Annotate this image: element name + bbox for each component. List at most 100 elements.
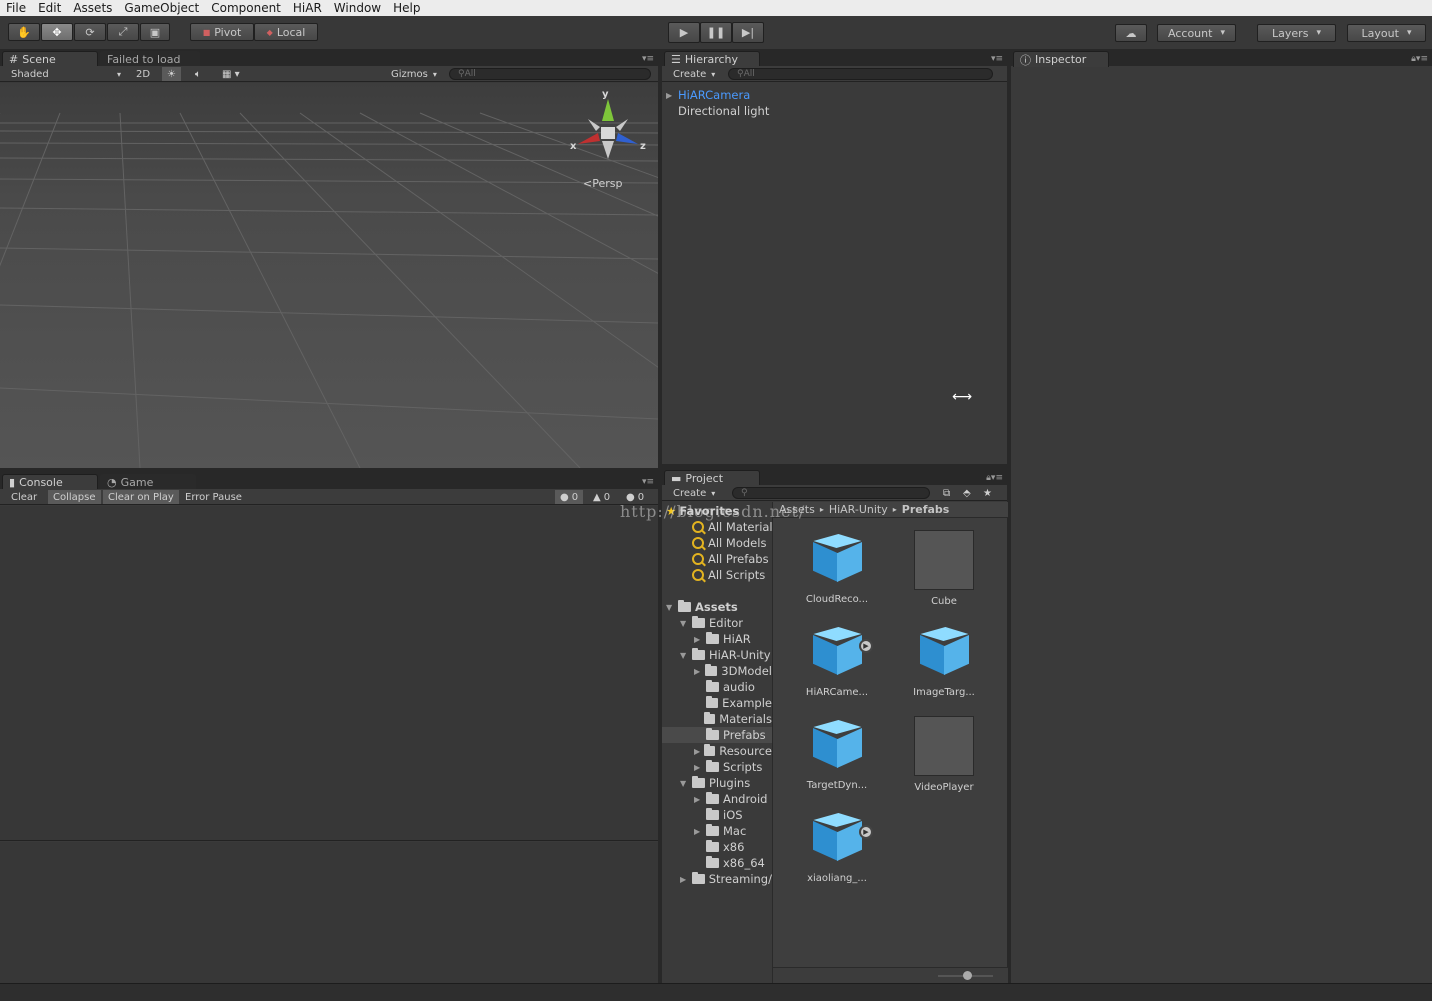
menu-window[interactable]: Window [328,1,387,15]
expand-arrow-icon[interactable]: ▶ [694,667,705,676]
tab-hierarchy[interactable]: ☰ Hierarchy [664,51,760,67]
gizmos-dropdown[interactable]: Gizmos ▾ [386,67,442,81]
folder-tree-item[interactable]: x86_64 [662,855,772,871]
panel-menu-icon[interactable]: ▾≡ [991,54,1003,64]
asset-item[interactable]: TargetDyn... [797,716,877,791]
breadcrumb-item[interactable]: HiAR-Unity [829,503,888,516]
hierarchy-item[interactable]: ▶ HiARCamera [666,87,750,103]
expand-arrow-icon[interactable]: ▼ [680,779,692,788]
expand-arrow-icon[interactable]: ▶ [694,795,706,804]
collapse-button[interactable]: Collapse [48,490,101,504]
folder-tree-item[interactable]: Materials [662,711,772,727]
tab-scene[interactable]: # Scene [2,51,98,67]
folder-tree-item[interactable]: ▶ Resource [662,743,772,759]
audio-icon[interactable]: 🔈︎ [190,67,206,81]
favorite-item[interactable]: All Models [692,535,766,551]
menu-assets[interactable]: Assets [67,1,118,15]
asset-item[interactable]: ▶ HiARCame... [797,623,877,698]
console-detail-area[interactable] [0,842,658,983]
image-effects-icon[interactable]: ▦ ▾ [217,67,245,81]
folder-tree-item[interactable]: ▶ HiAR [662,631,772,647]
warning-count-toggle[interactable]: ▲ 0 [588,490,615,504]
tab-failed[interactable]: Failed to load [100,51,200,67]
project-create-dropdown[interactable]: Create ▾ [668,486,720,500]
folder-tree-item[interactable]: ▶ Scripts [662,759,772,775]
scene-viewport[interactable]: y x z <Persp [0,83,658,468]
folder-tree-item[interactable]: Prefabs [662,727,772,743]
scene-search-input[interactable]: ⚲ All [449,68,651,80]
pause-button[interactable]: ❚❚ [700,22,732,43]
favorite-item[interactable]: All Material [692,519,772,535]
expand-arrow-icon[interactable]: ▶ [694,635,706,644]
folder-tree-item[interactable]: audio [662,679,772,695]
zoom-slider-handle[interactable] [963,971,972,980]
hand-tool-icon[interactable]: ✋ [8,23,40,41]
asset-item[interactable]: CloudReco... [797,530,877,605]
persp-label[interactable]: <Persp [583,177,622,190]
folder-tree-item[interactable]: Example [662,695,772,711]
panel-menu-icon[interactable]: ▾≡ [642,54,654,64]
menu-component[interactable]: Component [205,1,287,15]
hierarchy-create-dropdown[interactable]: Create ▾ [668,67,720,81]
project-search-input[interactable]: ⚲ [732,487,930,499]
move-tool-icon[interactable]: ✥ [41,23,73,41]
folder-tree-item[interactable]: ▼ Plugins [662,775,772,791]
step-button[interactable]: ▶| [732,22,764,43]
expand-arrow-icon[interactable]: ▶ [666,91,678,100]
expand-arrow-icon[interactable]: ▶ [694,763,706,772]
play-badge-icon[interactable]: ▶ [859,639,873,653]
menu-file[interactable]: File [0,1,32,15]
error-pause-button[interactable]: Error Pause [180,490,247,504]
menu-help[interactable]: Help [387,1,426,15]
asset-item[interactable]: VideoPlayer [904,716,984,793]
expand-arrow-icon[interactable]: ▼ [666,603,678,612]
expand-arrow-icon[interactable]: ▶ [694,827,706,836]
hierarchy-search-input[interactable]: ⚲ All [728,68,993,80]
mode-2d-toggle[interactable]: 2D [131,67,155,81]
folder-tree-item[interactable]: ▶ Streaming/ [662,871,772,887]
console-log-area[interactable] [0,506,658,841]
clear-on-play-button[interactable]: Clear on Play [103,490,179,504]
filter-label-icon[interactable]: ⬘ [958,486,976,500]
tab-inspector[interactable]: ⓘ Inspector [1013,51,1109,67]
shading-dropdown[interactable]: Shaded ▾ [6,67,126,81]
layers-dropdown[interactable]: Layers [1257,24,1336,42]
menu-hiar[interactable]: HiAR [287,1,328,15]
menu-edit[interactable]: Edit [32,1,67,15]
rotate-tool-icon[interactable]: ⟳ [74,23,106,41]
expand-arrow-icon[interactable]: ▶ [694,747,704,756]
panel-menu-icon[interactable]: ▾≡ [642,477,654,487]
folder-tree-item[interactable]: ▶ Android [662,791,772,807]
folder-tree-item[interactable]: ▼ Editor [662,615,772,631]
expand-arrow-icon[interactable]: ▶ [680,875,692,884]
tab-game[interactable]: ◔ Game [100,474,196,490]
lock-menu-icon[interactable]: 🔒︎▾≡ [986,473,1003,483]
asset-item[interactable]: ImageTarg... [904,623,984,698]
favorite-star-icon[interactable]: ★ [978,486,997,500]
tab-project[interactable]: ▬ Project [664,470,760,486]
cloud-icon[interactable]: ☁ [1115,24,1147,42]
log-count-toggle[interactable]: ● 0 [555,490,584,504]
folder-tree-item[interactable]: iOS [662,807,772,823]
layout-dropdown[interactable]: Layout [1347,24,1426,42]
favorite-item[interactable]: All Scripts [692,567,765,583]
asset-item[interactable]: Cube [904,530,984,607]
tab-console[interactable]: ▮ Console [2,474,98,490]
asset-item[interactable]: ▶ xiaoliang_... [797,809,877,884]
filter-type-icon[interactable]: ⧉ [938,486,955,500]
play-button[interactable]: ▶ [668,22,700,43]
folder-tree-item[interactable]: ▼ Assets [662,599,772,615]
lock-menu-icon[interactable]: 🔒︎▾≡ [1411,54,1428,64]
clear-button[interactable]: Clear [6,490,42,504]
play-badge-icon[interactable]: ▶ [859,825,873,839]
pivot-button[interactable]: ■ Pivot [190,23,254,41]
account-dropdown[interactable]: Account [1157,24,1236,42]
folder-tree-item[interactable]: ▶ 3DModel [662,663,772,679]
local-button[interactable]: ◆ Local [254,23,318,41]
expand-arrow-icon[interactable]: ▼ [680,619,692,628]
orientation-gizmo[interactable]: y x z [566,89,652,179]
folder-tree-item[interactable]: ▼ HiAR-Unity [662,647,772,663]
rect-tool-icon[interactable]: ▣ [140,23,170,41]
menu-gameobject[interactable]: GameObject [118,1,205,15]
hierarchy-item[interactable]: Directional light [678,103,769,119]
